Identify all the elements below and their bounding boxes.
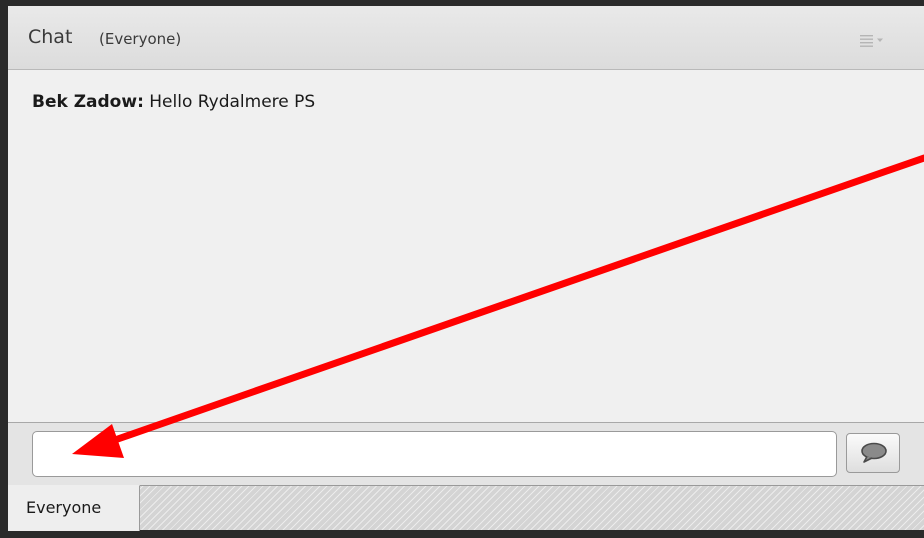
pod-header: Chat (Everyone) xyxy=(8,6,924,70)
pod-title: Chat xyxy=(28,26,73,48)
chat-message: Bek Zadow: Hello Rydalmere PS xyxy=(32,92,315,112)
chat-message-list: Bek Zadow: Hello Rydalmere PS xyxy=(8,70,924,422)
message-text: Hello Rydalmere PS xyxy=(143,92,316,112)
pod-options-menu-icon[interactable] xyxy=(860,33,890,47)
speech-bubble-icon xyxy=(861,442,887,463)
chat-tab-bar: Everyone xyxy=(8,485,924,531)
tab-everyone[interactable]: Everyone xyxy=(8,485,140,531)
chat-pod: Chat (Everyone) Bek Zadow: Hello Rydalme… xyxy=(0,0,924,538)
chat-message-input[interactable] xyxy=(32,431,837,477)
chat-input-bar xyxy=(8,422,924,485)
pod-subtitle: (Everyone) xyxy=(99,30,182,48)
message-sender: Bek Zadow: xyxy=(32,92,144,112)
send-message-button[interactable] xyxy=(846,433,900,473)
